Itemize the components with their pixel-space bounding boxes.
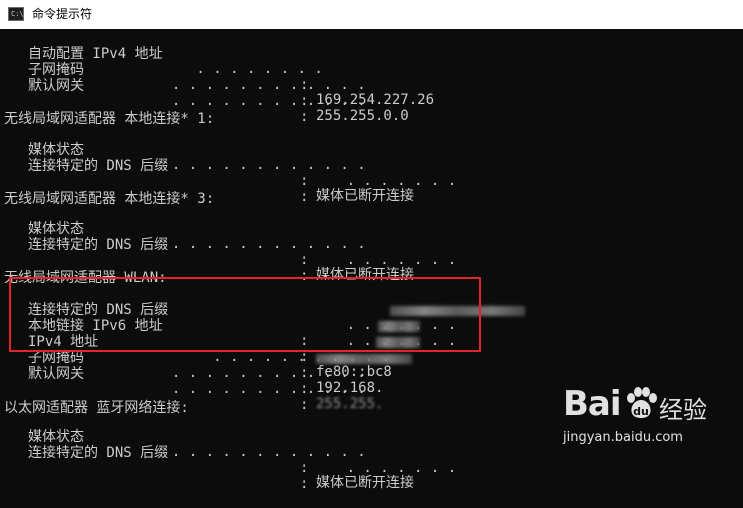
line-dots: . . . . . . . . bbox=[188, 61, 323, 78]
console-line: 自动配置 IPv4 地址 . . . . . . . . : 169.254.2… bbox=[0, 31, 434, 108]
redacted-gateway bbox=[316, 354, 412, 364]
watermark-brand: Bai bbox=[563, 384, 622, 424]
adapter-header: 无线局域网适配器 本地连接* 1: bbox=[4, 110, 215, 127]
line-dots: . . . . . . . . . . . . bbox=[96, 77, 366, 94]
line-colon: : bbox=[300, 108, 309, 125]
console-line: 连接特定的 DNS 后缀 . . . . . . . : bbox=[28, 444, 457, 492]
console-line: 媒体状态 . . . . . . . . . . . . : 媒体已断开连接 bbox=[28, 220, 414, 284]
adapter-header: 无线局域网适配器 本地连接* 3: bbox=[4, 190, 215, 207]
cmd-icon: C:\ bbox=[8, 7, 24, 21]
watermark-jingyan: 经验 bbox=[659, 396, 707, 424]
window-title: 命令提示符 bbox=[32, 7, 93, 21]
line-label: 自动配置 IPv4 地址 bbox=[28, 45, 163, 62]
adapter-header: 以太网适配器 蓝牙网络连接: bbox=[4, 399, 189, 416]
adapter-header: 无线局域网适配器 WLAN: bbox=[4, 269, 167, 286]
line-dots: . . . . . . . . . . . . bbox=[96, 93, 366, 110]
paw-icon: du bbox=[627, 387, 657, 418]
console-line: 连接特定的 DNS 后缀 . . . . . . . : bbox=[28, 157, 457, 205]
svg-text:du: du bbox=[633, 405, 649, 418]
console-line: 默认网关 . . . . . . . . . . . . : bbox=[0, 351, 412, 412]
line-label: 默认网关 bbox=[28, 77, 84, 94]
console-line: 连接特定的 DNS 后缀 . . . . . . . : bbox=[28, 236, 457, 284]
console-line: 子网掩码 . . . . . . . . . . . . : 255.255.0… bbox=[0, 47, 409, 124]
watermark-url: jingyan.baidu.com bbox=[563, 430, 683, 445]
line-label: 子网掩码 bbox=[28, 61, 84, 78]
title-bar[interactable]: C:\ 命令提示符 bbox=[0, 0, 743, 29]
console-line: 媒体状态 . . . . . . . . . . . . : 媒体已断开连接 bbox=[28, 141, 414, 205]
console-line: 媒体状态 . . . . . . . . . . . . : 媒体已断开连接 bbox=[28, 428, 414, 492]
line-value: 255.255.0.0 bbox=[316, 108, 409, 125]
console-line: 默认网关 . . . . . . . . . . . . : bbox=[0, 63, 366, 124]
baidu-watermark: Bai du 经验 jingyan.baidu.com bbox=[563, 384, 733, 454]
highlight-box bbox=[9, 277, 481, 352]
